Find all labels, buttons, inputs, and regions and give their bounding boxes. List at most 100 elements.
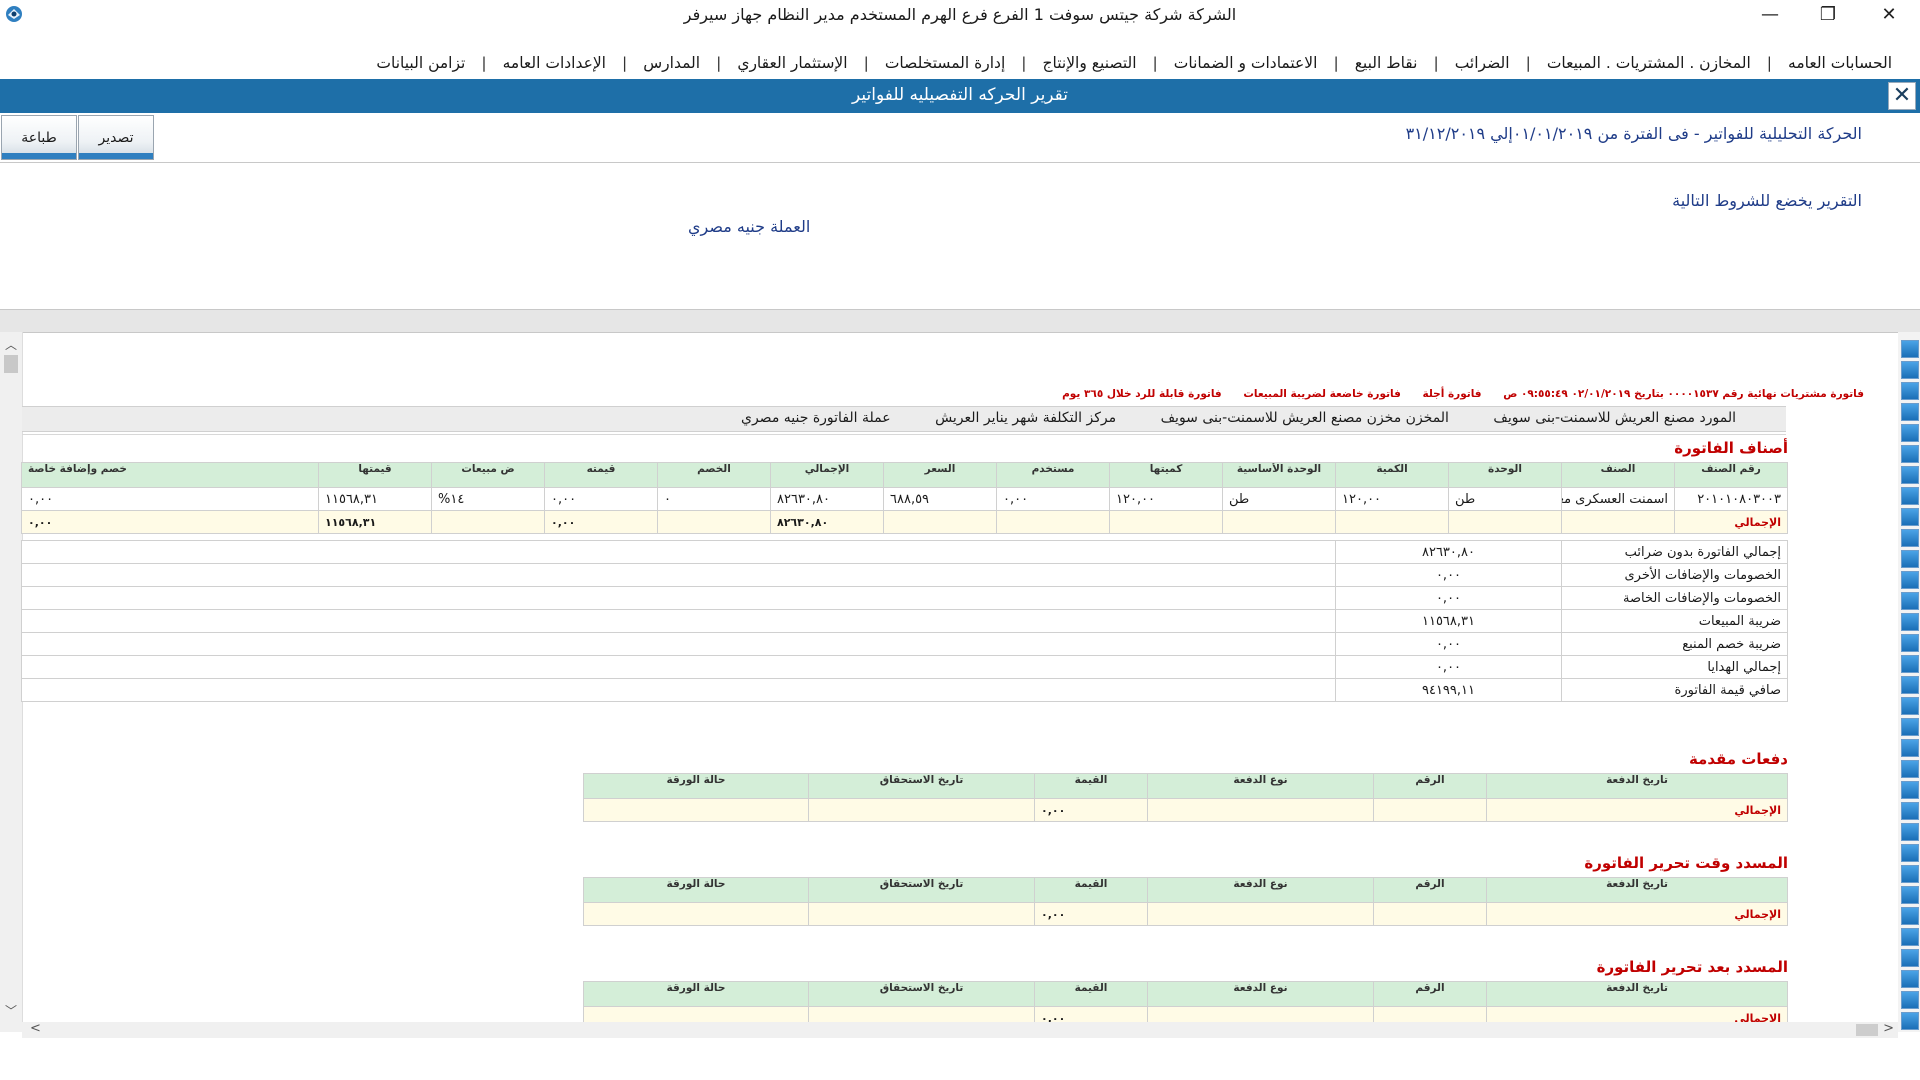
summary-row: الخصومات والإضافات الخاصة ٠,٠٠ (21, 586, 1788, 610)
menu-item-general-accounts[interactable]: الحسابات العامه (1772, 54, 1908, 72)
scroll-right-icon[interactable]: > (1883, 1021, 1894, 1036)
report-title: تقرير الحركه التفصيليه للفواتير (851, 85, 1069, 105)
summary-label: إجمالي الهدايا (1561, 655, 1788, 679)
summary-label: الخصومات والإضافات الخاصة (1561, 586, 1788, 610)
invoice-return-info: فاتورة قابلة للرد خلال ٣٦٥ يوم (1062, 388, 1222, 400)
table-row[interactable]: ٢٠١٠١٠٨٠٣٠٠٣ اسمنت العسكرى معبأ عادة طن … (21, 487, 1788, 511)
row-marker-icon (1901, 865, 1919, 883)
menu-item-credits[interactable]: الاعتمادات و الضمانات (1158, 54, 1334, 72)
item-base-unit: طن (1222, 487, 1336, 511)
items-total: ٨٢٦٣٠,٨٠ (770, 510, 884, 534)
column-header: تاريخ الدفعة (1486, 981, 1788, 1007)
menu-separator: | (1152, 54, 1158, 72)
item-used: ٠,٠٠ (996, 487, 1110, 511)
menu-item-taxes[interactable]: الضرائب (1439, 54, 1526, 72)
menu-item-settings[interactable]: الإعدادات العامه (487, 54, 622, 72)
row-marker-strip (1898, 332, 1920, 1032)
row-marker-icon (1901, 403, 1919, 421)
total-label: الإجمالي (1674, 510, 1788, 534)
scrollbar-thumb[interactable] (1856, 1024, 1878, 1036)
column-header: الرقم (1373, 981, 1487, 1007)
row-marker-icon (1901, 613, 1919, 631)
summary-row: إجمالي الفاتورة بدون ضرائب ٨٢٦٣٠,٨٠ (21, 540, 1788, 564)
print-button[interactable]: طباعة (1, 115, 77, 160)
row-marker-icon (1901, 970, 1919, 988)
column-header: الإجمالي (770, 462, 884, 488)
menu-separator: | (716, 54, 722, 72)
column-header: القيمة (1034, 981, 1148, 1007)
scroll-up-icon[interactable]: ︿ (5, 336, 17, 353)
invoice-header-info: فاتورة مشتريات نهائية رقم ٠٠٠٠١٥٣٧ بتاري… (1044, 388, 1864, 400)
row-marker-icon (1901, 718, 1919, 736)
menu-item-extracts[interactable]: إدارة المستخلصات (869, 54, 1021, 72)
column-header: حالة الورقة (583, 981, 809, 1007)
supplier-info: المورد مصنع العريش للاسمنت-بنى سويف (1493, 410, 1736, 426)
report-currency: العملة جنيه مصري (688, 217, 811, 236)
row-marker-icon (1901, 655, 1919, 673)
menu-item-manufacturing[interactable]: التصنيع والإنتاج (1027, 54, 1153, 72)
column-header: القيمة (1034, 877, 1148, 903)
scroll-down-icon[interactable]: ﹀ (5, 1002, 17, 1019)
export-button[interactable]: تصدير (78, 115, 154, 160)
column-header: نوع الدفعة (1147, 981, 1374, 1007)
row-marker-icon (1901, 886, 1919, 904)
row-marker-icon (1901, 676, 1919, 694)
report-viewer[interactable]: ︿ ﹀ فاتورة مشتريات نهائية رقم ٠٠٠٠١٥٣٧ ب… (0, 332, 1920, 1045)
column-header: السعر (883, 462, 997, 488)
summary-label: إجمالي الفاتورة بدون ضرائب (1561, 540, 1788, 564)
items-header-row: رقم الصنف الصنف الوحدة الكمية الوحدة الأ… (21, 462, 1788, 488)
item-unit: طن (1448, 487, 1562, 511)
row-marker-icon (1901, 760, 1919, 778)
item-sales-tax: ١٤% (431, 487, 545, 511)
column-header: قيمتها (318, 462, 432, 488)
row-marker-icon (1901, 466, 1919, 484)
column-header: حالة الورقة (583, 877, 809, 903)
column-header: تاريخ الاستحقاق (808, 773, 1035, 799)
menu-item-schools[interactable]: المدارس (627, 54, 716, 72)
menu-item-pos[interactable]: نقاط البيع (1339, 54, 1434, 72)
scrollbar-thumb[interactable] (4, 355, 18, 373)
vertical-scrollbar[interactable]: ︿ ﹀ (0, 332, 23, 1032)
cost-center-info: مركز التكلفة شهر يناير العريش (935, 410, 1117, 426)
menu-item-data-sync[interactable]: تزامن البيانات (360, 54, 481, 72)
menu-item-inventory[interactable]: المخازن . المشتريات . المبيعات (1531, 54, 1767, 72)
menu-item-real-estate[interactable]: الإستثمار العقاري (721, 54, 863, 72)
column-header: الخصم (657, 462, 771, 488)
summary-row: ضريبة خصم المنبع ٠,٠٠ (21, 632, 1788, 656)
column-header: نوع الدفعة (1147, 773, 1374, 799)
payment-section-title: المسدد وقت تحرير الفاتورة (1584, 854, 1788, 872)
menu-separator: | (1525, 54, 1531, 72)
item-code: ٢٠١٠١٠٨٠٣٠٠٣ (1674, 487, 1788, 511)
column-header: القيمة (1034, 773, 1148, 799)
column-header: الرقم (1373, 773, 1487, 799)
separator-strip (0, 309, 1920, 333)
menu-separator: | (1333, 54, 1339, 72)
window-titlebar: الشركة شركة جيتس سوفت 1 الفرع فرع الهرم … (0, 0, 1920, 30)
summary-value: ٠,٠٠ (1335, 655, 1562, 679)
horizontal-scrollbar[interactable]: < > (22, 1021, 1898, 1038)
scroll-left-icon[interactable]: < (30, 1021, 41, 1036)
invoice-currency-info: عملة الفاتورة جنيه مصري (741, 410, 891, 426)
row-marker-icon (1901, 361, 1919, 379)
summary-row: إجمالي الهدايا ٠,٠٠ (21, 655, 1788, 679)
payments-total: ٠,٠٠ (1034, 902, 1148, 926)
items-tax-total: ١١٥٦٨,٣١ (318, 510, 432, 534)
summary-row: الخصومات والإضافات الأخرى ٠,٠٠ (21, 563, 1788, 587)
minimize-button[interactable]: — (1747, 0, 1793, 30)
column-header: رقم الصنف (1674, 462, 1788, 488)
row-marker-icon (1901, 487, 1919, 505)
column-header: الكمية (1335, 462, 1449, 488)
summary-value: ١١٥٦٨,٣١ (1335, 609, 1562, 633)
item-price: ٦٨٨,٥٩ (883, 487, 997, 511)
invoice-tax-info: فاتورة خاضعة لضريبة المبيعات (1243, 388, 1401, 400)
row-marker-icon (1901, 634, 1919, 652)
maximize-button[interactable]: ❐ (1805, 0, 1851, 30)
row-marker-icon (1901, 592, 1919, 610)
close-window-button[interactable]: ✕ (1866, 0, 1912, 30)
column-header: تاريخ الاستحقاق (808, 877, 1035, 903)
close-report-button[interactable]: ✕ (1888, 82, 1916, 110)
invoice-type-info: فاتورة أجلة (1422, 388, 1482, 400)
item-tax-value: ١١٥٦٨,٣١ (318, 487, 432, 511)
row-marker-icon (1901, 508, 1919, 526)
column-header: نوع الدفعة (1147, 877, 1374, 903)
